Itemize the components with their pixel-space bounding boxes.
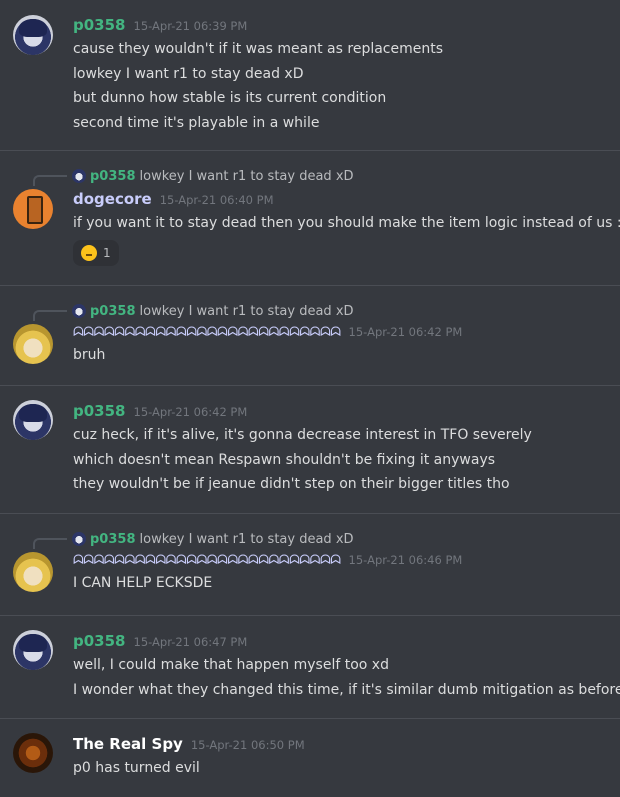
timestamp: 15-Apr-21 06:46 PM bbox=[348, 553, 463, 567]
message-group: p0358 lowkey I want r1 to stay dead xD d… bbox=[0, 151, 620, 286]
message-group: p0358 15-Apr-21 06:42 PM cuz heck, if it… bbox=[0, 386, 620, 514]
author-name[interactable]: ᗣᗣᗣᗣᗣᗣᗣᗣᗣᗣᗣᗣᗣᗣᗣᗣᗣᗣᗣᗣᗣᗣᗣᗣᗣᗣ bbox=[73, 553, 341, 568]
reply-avatar bbox=[72, 169, 86, 183]
reply-text[interactable]: lowkey I want r1 to stay dead xD bbox=[140, 169, 354, 184]
avatar[interactable] bbox=[13, 189, 53, 229]
reply-author[interactable]: p0358 bbox=[90, 169, 136, 184]
message-line: if you want it to stay dead then you sho… bbox=[73, 215, 620, 231]
message-line: they wouldn't be if jeanue didn't step o… bbox=[73, 476, 510, 492]
reply-text[interactable]: lowkey I want r1 to stay dead xD bbox=[140, 304, 354, 319]
reaction-button[interactable]: 1 bbox=[73, 239, 119, 266]
message-group: The Real Spy 15-Apr-21 06:50 PM p0 has t… bbox=[0, 719, 620, 797]
message-line: cuz heck, if it's alive, it's gonna decr… bbox=[73, 427, 532, 443]
reply-preview[interactable]: p0358 lowkey I want r1 to stay dead xD bbox=[72, 529, 354, 549]
reply-avatar bbox=[72, 532, 86, 546]
timestamp: 15-Apr-21 06:42 PM bbox=[133, 405, 248, 419]
author-name[interactable]: p0358 bbox=[73, 632, 126, 650]
message-group: p0358 lowkey I want r1 to stay dead xD ᗣ… bbox=[0, 514, 620, 616]
message-group: p0358 15-Apr-21 06:47 PM well, I could m… bbox=[0, 616, 620, 719]
message-line: I CAN HELP ECKSDE bbox=[73, 575, 213, 591]
reply-connector bbox=[33, 175, 67, 186]
avatar[interactable] bbox=[13, 400, 53, 440]
reply-preview[interactable]: p0358 lowkey I want r1 to stay dead xD bbox=[72, 301, 354, 321]
reply-connector bbox=[33, 538, 67, 549]
avatar[interactable] bbox=[13, 733, 53, 773]
message-line: I wonder what they changed this time, if… bbox=[73, 681, 620, 698]
message-line: p0 has turned evil bbox=[73, 760, 200, 776]
reply-author[interactable]: p0358 bbox=[90, 304, 136, 319]
author-name[interactable]: ᗣᗣᗣᗣᗣᗣᗣᗣᗣᗣᗣᗣᗣᗣᗣᗣᗣᗣᗣᗣᗣᗣᗣᗣᗣᗣ bbox=[73, 325, 341, 340]
message-group: p0358 lowkey I want r1 to stay dead xD ᗣ… bbox=[0, 286, 620, 386]
avatar[interactable] bbox=[13, 15, 53, 55]
avatar[interactable] bbox=[13, 552, 53, 592]
avatar[interactable] bbox=[13, 630, 53, 670]
timestamp: 15-Apr-21 06:40 PM bbox=[159, 193, 274, 207]
author-name[interactable]: The Real Spy bbox=[73, 735, 183, 753]
reply-author[interactable]: p0358 bbox=[90, 532, 136, 547]
timestamp: 15-Apr-21 06:47 PM bbox=[133, 635, 248, 649]
reply-preview[interactable]: p0358 lowkey I want r1 to stay dead xD bbox=[72, 166, 354, 186]
reaction-count: 1 bbox=[103, 245, 111, 260]
reply-connector bbox=[33, 310, 67, 321]
timestamp: 15-Apr-21 06:42 PM bbox=[348, 325, 463, 339]
message-line: which doesn't mean Respawn shouldn't be … bbox=[73, 451, 496, 468]
timestamp: 15-Apr-21 06:39 PM bbox=[133, 19, 248, 33]
avatar[interactable] bbox=[13, 324, 53, 364]
message-line: but dunno how stable is its current cond… bbox=[73, 90, 387, 106]
thinking-face-icon bbox=[81, 244, 97, 261]
message-line: second time it's playable in a while bbox=[73, 114, 320, 131]
reply-avatar bbox=[72, 304, 86, 318]
message-line: well, I could make that happen myself to… bbox=[73, 657, 389, 673]
author-name[interactable]: p0358 bbox=[73, 16, 126, 34]
author-name[interactable]: p0358 bbox=[73, 402, 126, 420]
message-line: lowkey I want r1 to stay dead xD bbox=[73, 65, 304, 82]
message-line: cause they wouldn't if it was meant as r… bbox=[73, 41, 444, 57]
message-line: bruh bbox=[73, 347, 106, 363]
timestamp: 15-Apr-21 06:50 PM bbox=[190, 738, 305, 752]
reply-text[interactable]: lowkey I want r1 to stay dead xD bbox=[140, 532, 354, 547]
author-name[interactable]: dogecore bbox=[73, 190, 152, 208]
message-group: p0358 15-Apr-21 06:39 PM cause they woul… bbox=[0, 0, 620, 151]
